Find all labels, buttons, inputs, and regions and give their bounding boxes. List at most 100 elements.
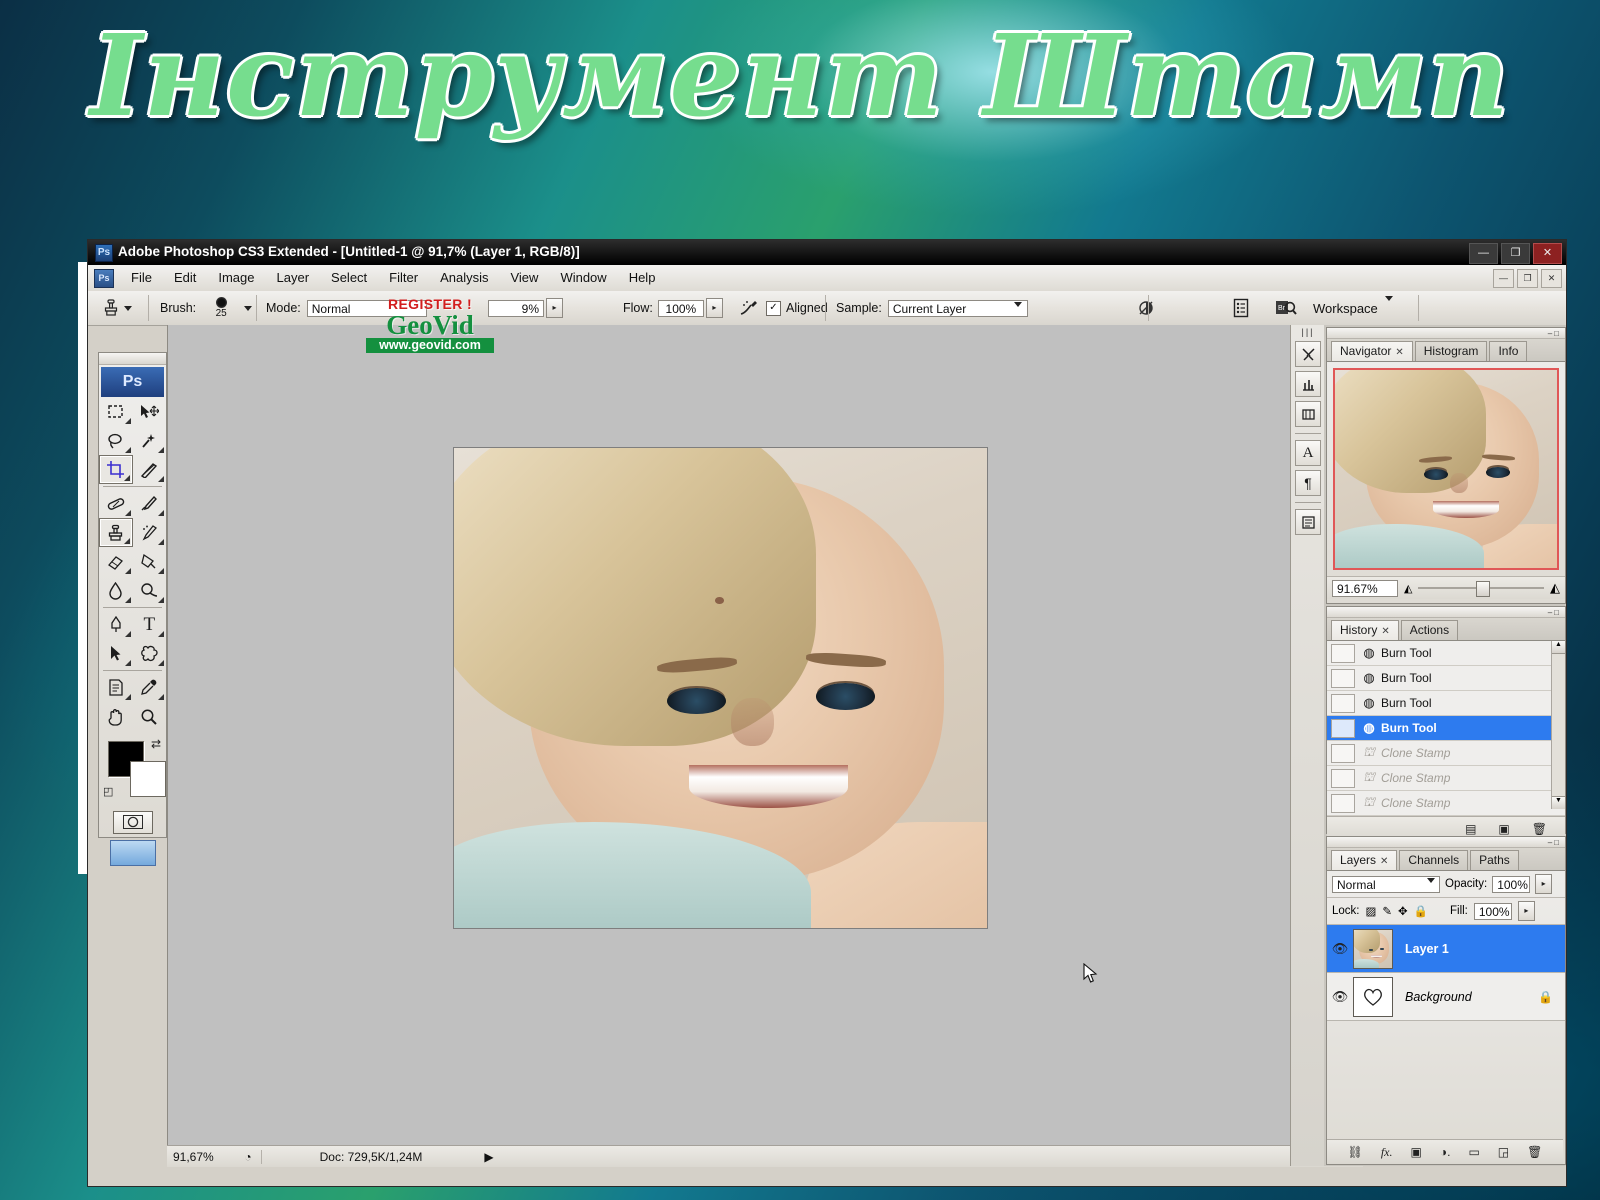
path-selection-submenu-icon[interactable] bbox=[124, 660, 131, 666]
tab-navigator[interactable]: Navigator ✕ bbox=[1331, 341, 1413, 361]
navigator-collapse-icon[interactable]: –□ bbox=[1548, 329, 1561, 338]
link-layers-icon[interactable]: ⛓ bbox=[1348, 1145, 1363, 1159]
menu-item-image[interactable]: Image bbox=[207, 265, 265, 291]
lasso-submenu-icon[interactable] bbox=[124, 447, 131, 453]
history-brush-tool[interactable] bbox=[133, 518, 167, 547]
magic-wand-submenu-icon[interactable] bbox=[158, 447, 164, 453]
opacity-input[interactable]: 9% bbox=[488, 299, 544, 317]
dodge-submenu-icon[interactable] bbox=[158, 597, 164, 603]
document-image[interactable] bbox=[453, 447, 988, 929]
history-row[interactable]: ⛫ Clone Stamp bbox=[1327, 791, 1565, 816]
history-snapshot-box[interactable] bbox=[1331, 718, 1355, 738]
tab-history[interactable]: History ✕ bbox=[1331, 620, 1399, 640]
navigator-grip[interactable]: –□ bbox=[1327, 328, 1565, 339]
create-new-snapshot-icon[interactable]: ▣ bbox=[1498, 822, 1509, 836]
sample-caret-icon[interactable] bbox=[1013, 301, 1022, 323]
history-snapshot-box[interactable] bbox=[1331, 768, 1355, 788]
menu-item-layer[interactable]: Layer bbox=[266, 265, 321, 291]
history-collapse-icon[interactable]: –□ bbox=[1548, 608, 1561, 617]
lasso-tool[interactable] bbox=[99, 426, 133, 455]
layer-name[interactable]: Background bbox=[1405, 990, 1472, 1004]
ignore-adjustment-layers-button[interactable] bbox=[1133, 291, 1159, 325]
slice-submenu-icon[interactable] bbox=[158, 476, 164, 482]
tab-navigator-close-icon[interactable]: ✕ bbox=[1395, 347, 1403, 358]
current-tool-preset-picker[interactable] bbox=[98, 291, 132, 325]
history-row[interactable]: ⛫ Clone Stamp bbox=[1327, 766, 1565, 791]
brush-caret-icon[interactable] bbox=[244, 305, 253, 311]
tab-channels[interactable]: Channels bbox=[1399, 850, 1469, 870]
dock-collapse-icon[interactable]: ||| bbox=[1291, 325, 1325, 337]
aligned-group[interactable]: ✓ Aligned bbox=[766, 291, 828, 325]
clone-stamp-submenu-icon[interactable] bbox=[123, 538, 130, 544]
tab-paths[interactable]: Paths bbox=[1470, 850, 1519, 870]
healing-brush-tool[interactable] bbox=[99, 489, 133, 518]
notes-submenu-icon[interactable] bbox=[124, 694, 131, 700]
tool-presets-icon[interactable] bbox=[1295, 341, 1321, 367]
aligned-checkbox[interactable]: ✓ bbox=[766, 300, 781, 316]
doc-minimize-button[interactable]: — bbox=[1493, 269, 1514, 288]
airbrush-toggle[interactable] bbox=[736, 291, 762, 325]
history-snapshot-box[interactable] bbox=[1331, 668, 1355, 688]
brush-tool[interactable] bbox=[133, 489, 167, 518]
marquee-tool[interactable] bbox=[99, 397, 133, 426]
layer-thumbnail[interactable] bbox=[1353, 928, 1393, 969]
layer-opacity-input[interactable]: 100% bbox=[1492, 875, 1531, 893]
layer-fill-arrow-icon[interactable]: ▸ bbox=[1517, 901, 1535, 921]
navigator-zoom-slider-handle[interactable] bbox=[1476, 581, 1491, 597]
paragraph-icon[interactable]: ¶ bbox=[1295, 470, 1321, 496]
navigator-zoom-input[interactable]: 91.67% bbox=[1332, 579, 1398, 597]
history-scrollbar[interactable]: ▲ ▼ bbox=[1551, 641, 1565, 809]
blur-submenu-icon[interactable] bbox=[124, 597, 131, 603]
navigator-zoom-slider[interactable] bbox=[1418, 581, 1544, 597]
status-zoom-value[interactable]: 91,67% bbox=[167, 1150, 235, 1164]
zoom-out-icon[interactable]: ◭ bbox=[1404, 582, 1412, 595]
menu-item-help[interactable]: Help bbox=[618, 265, 667, 291]
delete-layer-icon[interactable]: 🗑 bbox=[1527, 1145, 1542, 1159]
history-list[interactable]: ◍ Burn Tool ◍ Burn Tool ◍ Burn Tool ◍ Bu… bbox=[1327, 641, 1565, 816]
history-scroll-down-icon[interactable]: ▼ bbox=[1552, 796, 1565, 809]
default-colors-icon[interactable]: ◰ bbox=[103, 785, 113, 798]
toggle-palettes-button[interactable] bbox=[1228, 291, 1254, 325]
doc-close-button[interactable]: ✕ bbox=[1541, 269, 1562, 288]
tab-layers-close-icon[interactable]: ✕ bbox=[1380, 856, 1388, 867]
layer-style-icon[interactable]: fx. bbox=[1381, 1145, 1393, 1160]
lock-transparent-pixels-icon[interactable]: ▨ bbox=[1366, 904, 1377, 918]
history-row[interactable]: ◍ Burn Tool bbox=[1327, 691, 1565, 716]
type-submenu-icon[interactable] bbox=[158, 631, 164, 637]
tools-palette-grip[interactable] bbox=[99, 353, 166, 365]
notes-tool[interactable] bbox=[99, 673, 133, 702]
workspace-menu[interactable]: Workspace bbox=[1313, 291, 1393, 325]
go-to-bridge-button[interactable]: Br bbox=[1273, 291, 1299, 325]
tool-preset-caret-icon[interactable] bbox=[124, 305, 132, 311]
new-group-icon[interactable]: ▭ bbox=[1468, 1145, 1479, 1159]
eraser-submenu-icon[interactable] bbox=[124, 568, 131, 574]
tab-actions[interactable]: Actions bbox=[1400, 620, 1459, 640]
layer-comps-icon[interactable] bbox=[1295, 509, 1321, 535]
history-snapshot-box[interactable] bbox=[1331, 793, 1355, 813]
menu-item-file[interactable]: File bbox=[120, 265, 163, 291]
brushes-icon[interactable] bbox=[1295, 371, 1321, 397]
type-tool[interactable]: T bbox=[133, 610, 167, 639]
new-layer-icon[interactable]: ◲ bbox=[1498, 1145, 1509, 1159]
layer-row-layer1[interactable]: 👁 Layer 1 bbox=[1327, 925, 1565, 973]
slice-tool[interactable] bbox=[133, 455, 167, 484]
tab-history-close-icon[interactable]: ✕ bbox=[1381, 626, 1389, 637]
opacity-slider-arrow-icon[interactable]: ▸ bbox=[546, 298, 563, 318]
layer-fill-input[interactable]: 100% bbox=[1473, 902, 1512, 920]
menu-item-analysis[interactable]: Analysis bbox=[429, 265, 499, 291]
blur-tool[interactable] bbox=[99, 576, 133, 605]
flow-slider-arrow-icon[interactable]: ▸ bbox=[705, 298, 723, 318]
tab-histogram[interactable]: Histogram bbox=[1414, 341, 1488, 361]
brush-submenu-icon[interactable] bbox=[158, 510, 164, 516]
custom-shape-tool[interactable] bbox=[133, 639, 167, 668]
lock-position-icon[interactable]: ✥ bbox=[1398, 904, 1408, 918]
lock-image-pixels-icon[interactable]: ✎ bbox=[1382, 904, 1392, 918]
document-menu-icon[interactable]: Ps bbox=[94, 269, 114, 288]
crop-submenu-icon[interactable] bbox=[123, 475, 130, 481]
history-row[interactable]: ◍ Burn Tool bbox=[1327, 641, 1565, 666]
menu-item-filter[interactable]: Filter bbox=[378, 265, 429, 291]
history-brush-submenu-icon[interactable] bbox=[158, 539, 164, 545]
custom-shape-submenu-icon[interactable] bbox=[158, 660, 164, 666]
layer-row-background[interactable]: 👁 Background 🔒 bbox=[1327, 973, 1565, 1021]
doc-restore-button[interactable]: ❐ bbox=[1517, 269, 1538, 288]
